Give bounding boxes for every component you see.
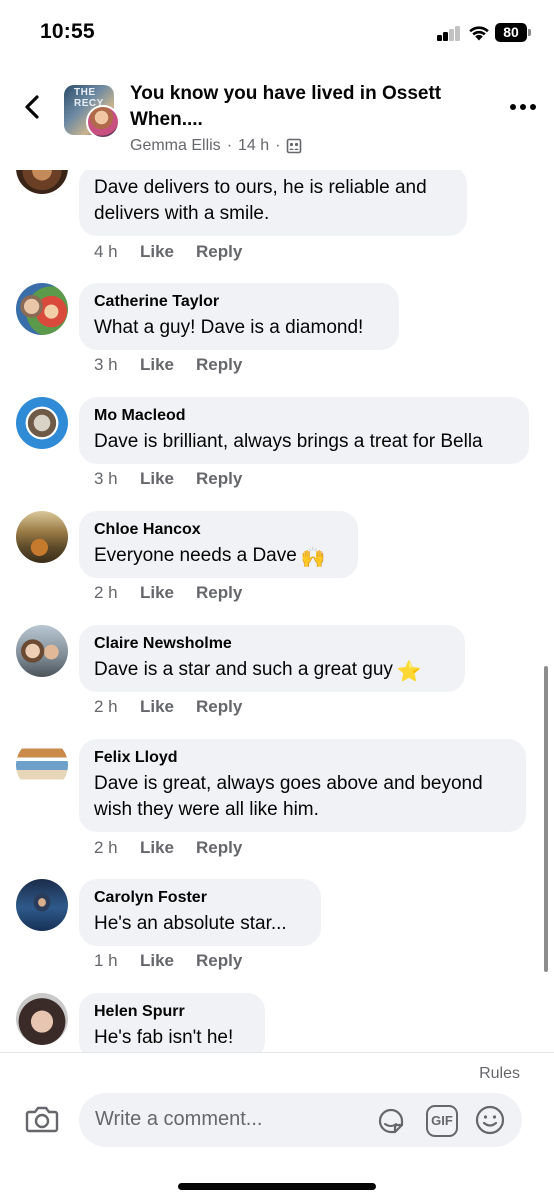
comment-actions: 2 h Like Reply [94, 697, 242, 717]
commenter-avatar[interactable] [16, 283, 68, 335]
meta-separator: · [275, 137, 281, 154]
chevron-left-icon[interactable] [18, 92, 48, 122]
comment-time: 3 h [94, 469, 118, 488]
commenter-name[interactable]: Chloe Hancox [94, 520, 343, 540]
cellular-signal-icon [437, 26, 461, 41]
comment-text-body: Dave is a star and such a great guy [94, 659, 393, 680]
comment-list[interactable]: Dave delivers to ours, he is reliable an… [0, 170, 554, 1052]
reply-button[interactable]: Reply [196, 838, 242, 858]
comment-bubble: Helen Spurr He's fab isn't he! [79, 993, 265, 1052]
comment-input-placeholder: Write a comment... [95, 1108, 263, 1130]
author-name[interactable]: Gemma Ellis [130, 137, 221, 155]
reply-button[interactable]: Reply [196, 355, 242, 375]
commenter-avatar[interactable] [16, 993, 68, 1045]
home-indicator[interactable] [178, 1183, 376, 1190]
comment-actions: 3 h Like Reply [94, 469, 242, 489]
like-button[interactable]: Like [140, 697, 196, 717]
rules-link[interactable]: Rules [479, 1065, 520, 1083]
reply-button[interactable]: Reply [196, 951, 242, 971]
comment-time: 2 h [94, 697, 118, 716]
gif-icon[interactable]: GIF [426, 1105, 458, 1137]
reply-button[interactable]: Reply [196, 697, 242, 717]
comment-actions: 1 h Like Reply [94, 951, 242, 971]
like-button[interactable]: Like [140, 951, 196, 971]
status-time: 10:55 [40, 20, 95, 43]
like-button[interactable]: Like [140, 583, 196, 603]
commenter-name[interactable]: Mo Macleod [94, 406, 514, 426]
comment-text: Everyone needs a Dave 🙌 [94, 543, 343, 569]
comment-bubble: Chloe Hancox Everyone needs a Dave 🙌 [79, 511, 358, 578]
post-time: 14 h [238, 137, 270, 154]
comment-text: Dave delivers to ours, he is reliable an… [94, 177, 427, 224]
comment-bubble: Felix Lloyd Dave is great, always goes a… [79, 739, 526, 832]
post-meta: Gemma Ellis · 14 h · [130, 137, 302, 155]
comment-time: 4 h [94, 242, 118, 261]
comment-bubble: Claire Newsholme Dave is a star and such… [79, 625, 465, 692]
comment-text: Dave is great, always goes above and bey… [94, 773, 483, 820]
battery-level: 80 [495, 23, 527, 42]
group-title[interactable]: You know you have lived in Ossett When..… [130, 81, 490, 133]
star-emoji-icon: ⭐ [396, 661, 422, 683]
commenter-name[interactable]: Carolyn Foster [94, 888, 306, 908]
members-only-icon [287, 138, 302, 154]
raised-hands-emoji-icon: 🙌 [300, 547, 326, 569]
comment-actions: 2 h Like Reply [94, 583, 242, 603]
commenter-name[interactable]: Felix Lloyd [94, 748, 511, 768]
like-button[interactable]: Like [140, 355, 196, 375]
comment-bubble: Catherine Taylor What a guy! Dave is a d… [79, 283, 399, 350]
comment-text: He's an absolute star... [94, 913, 287, 934]
commenter-name[interactable]: Claire Newsholme [94, 634, 450, 654]
like-button[interactable]: Like [140, 838, 196, 858]
smiley-icon[interactable] [474, 1104, 506, 1136]
comment-bubble: Mo Macleod Dave is brilliant, always bri… [79, 397, 529, 464]
more-dots-icon[interactable] [508, 102, 538, 112]
comment-actions: 4 h Like Reply [94, 242, 242, 262]
battery-icon: 80 [495, 23, 531, 42]
comment-input[interactable]: Write a comment... GIF [79, 1093, 522, 1147]
gif-label: GIF [431, 1113, 453, 1128]
commenter-avatar[interactable] [16, 739, 68, 791]
like-button[interactable]: Like [140, 469, 196, 489]
comment-bubble: Carolyn Foster He's an absolute star... [79, 879, 321, 946]
comment-bubble: Dave delivers to ours, he is reliable an… [79, 170, 467, 236]
comment-time: 3 h [94, 355, 118, 374]
comment-actions: 2 h Like Reply [94, 838, 242, 858]
comment-composer: Rules Write a comment... GIF [0, 1052, 554, 1200]
comment-text: He's fab isn't he! [94, 1027, 234, 1048]
scrollbar[interactable] [544, 666, 548, 972]
commenter-avatar[interactable] [16, 625, 68, 677]
meta-separator: · [226, 137, 233, 154]
comment-actions: 3 h Like Reply [94, 355, 242, 375]
post-header: THE RECY You know you have lived in Osse… [0, 66, 554, 170]
comment-time: 2 h [94, 583, 118, 602]
like-button[interactable]: Like [140, 242, 196, 262]
commenter-name[interactable]: Helen Spurr [94, 1002, 250, 1022]
comment-time: 1 h [94, 951, 118, 970]
commenter-avatar[interactable] [16, 170, 68, 194]
wifi-icon [469, 26, 489, 41]
commenter-name[interactable]: Catherine Taylor [94, 292, 384, 312]
status-bar: 10:55 80 [0, 0, 554, 66]
comment-text-body: Everyone needs a Dave [94, 545, 297, 566]
comment-text: Dave is a star and such a great guy ⭐ [94, 657, 450, 683]
comment-time: 2 h [94, 838, 118, 857]
reply-button[interactable]: Reply [196, 583, 242, 603]
comment-text: What a guy! Dave is a diamond! [94, 317, 364, 338]
reply-button[interactable]: Reply [196, 242, 242, 262]
reply-button[interactable]: Reply [196, 469, 242, 489]
comment-text: Dave is brilliant, always brings a treat… [94, 431, 483, 452]
camera-icon[interactable] [24, 1101, 60, 1137]
sticker-icon[interactable] [375, 1105, 407, 1137]
commenter-avatar[interactable] [16, 397, 68, 449]
commenter-avatar[interactable] [16, 511, 68, 563]
commenter-avatar[interactable] [16, 879, 68, 931]
author-avatar[interactable] [86, 105, 120, 139]
